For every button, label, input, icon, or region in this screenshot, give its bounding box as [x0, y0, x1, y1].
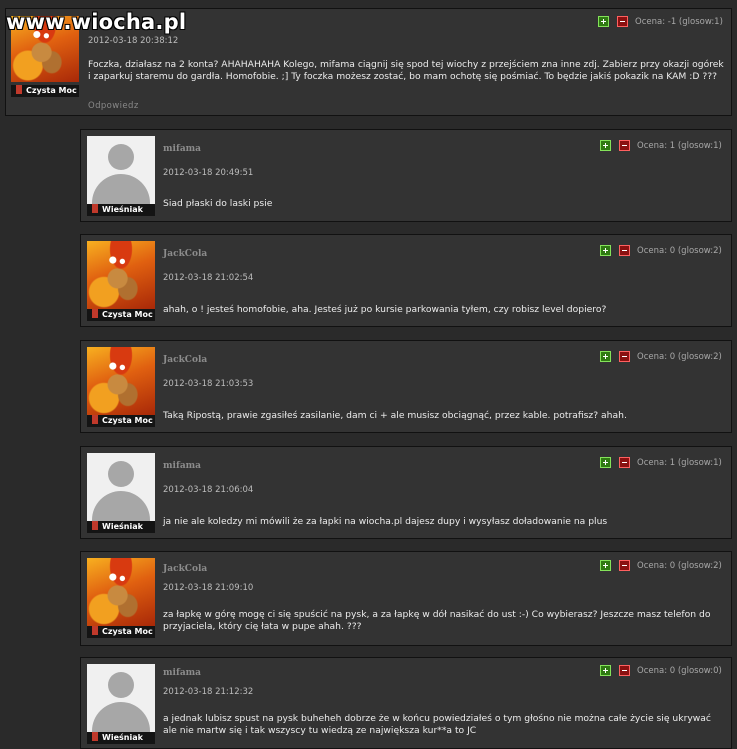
comment-item: Czysta Moc JackCola 2012-03-18 21:02:54 … [80, 234, 732, 327]
comment-date: 2012-03-18 20:38:12 [88, 36, 179, 46]
rank-icon [16, 85, 22, 94]
avatar[interactable] [87, 664, 155, 732]
comment-date: 2012-03-18 21:02:54 [163, 273, 254, 283]
comment-date: 2012-03-18 21:06:04 [163, 485, 254, 495]
rank-badge: Wieśniak [87, 204, 155, 216]
rank-icon [92, 204, 98, 213]
score-label: Ocena: -1 (glosow:1) [635, 17, 723, 27]
rank-badge: Wieśniak [87, 521, 155, 533]
vote-up-button[interactable] [600, 560, 611, 571]
site-watermark: www.wiocha.pl [6, 10, 187, 34]
comment-date: 2012-03-18 21:09:10 [163, 583, 254, 593]
comment-text: a jednak lubisz spust na pysk buheheh do… [163, 713, 711, 736]
comment-date: 2012-03-18 21:12:32 [163, 687, 254, 697]
comment-text: za łapkę w górę mogę ci się spuścić na p… [163, 609, 711, 632]
username-link[interactable]: mifama [163, 461, 201, 471]
avatar[interactable] [87, 241, 155, 309]
comment-item: Wieśniak mifama 2012-03-18 21:12:32 Ocen… [80, 657, 732, 749]
rank-badge: Czysta Moc [11, 85, 79, 97]
avatar[interactable] [87, 558, 155, 626]
rank-badge: Czysta Moc [87, 626, 155, 638]
comment-text: Foczka, działasz na 2 konta? AHAHAHAHA K… [88, 59, 724, 82]
vote-down-button[interactable] [619, 245, 630, 256]
score-label: Ocena: 0 (glosow:0) [637, 666, 722, 676]
comment-item: Wieśniak mifama 2012-03-18 20:49:51 Ocen… [80, 129, 732, 222]
vote-down-button[interactable] [619, 457, 630, 468]
rank-icon [92, 309, 98, 318]
comment-item: Czysta Moc JackCola 2012-03-18 21:09:10 … [80, 551, 732, 646]
comment-text: Taką Ripostą, prawie zgasiłeś zasilanie,… [163, 410, 627, 421]
vote-up-button[interactable] [600, 351, 611, 362]
comment-text: Siad płaski do laski psie [163, 198, 273, 209]
score-label: Ocena: 0 (glosow:2) [637, 352, 722, 362]
vote-down-button[interactable] [619, 560, 630, 571]
rank-icon [92, 415, 98, 424]
comment-date: 2012-03-18 21:03:53 [163, 379, 254, 389]
score-label: Ocena: 0 (glosow:2) [637, 561, 722, 571]
rank-badge: Czysta Moc [87, 415, 155, 427]
rank-label: Czysta Moc [102, 310, 153, 319]
score-label: Ocena: 1 (glosow:1) [637, 458, 722, 468]
reply-link[interactable]: Odpowiedz [88, 101, 139, 111]
vote-up-button[interactable] [600, 245, 611, 256]
rank-label: Wieśniak [102, 205, 143, 214]
vote-down-button[interactable] [619, 665, 630, 676]
comment-text: ahah, o ! jesteś homofobie, aha. Jesteś … [163, 304, 607, 315]
rank-label: Czysta Moc [102, 627, 153, 636]
comment-item: Wieśniak mifama 2012-03-18 21:06:04 Ocen… [80, 446, 732, 539]
rank-badge: Czysta Moc [87, 309, 155, 321]
username-link[interactable]: JackCola [163, 249, 207, 259]
score-label: Ocena: 0 (glosow:2) [637, 246, 722, 256]
comment-item: Czysta Moc JackCola 2012-03-18 21:03:53 … [80, 340, 732, 433]
rank-label: Wieśniak [102, 733, 143, 742]
rank-label: Czysta Moc [102, 416, 153, 425]
username-link[interactable]: mifama [163, 668, 201, 678]
comment-text: ja nie ale koledzy mi mówili że za łapki… [163, 516, 608, 527]
vote-up-button[interactable] [600, 457, 611, 468]
rank-icon [92, 626, 98, 635]
comment-date: 2012-03-18 20:49:51 [163, 168, 254, 178]
username-link[interactable]: JackCola [163, 355, 207, 365]
vote-down-button[interactable] [619, 351, 630, 362]
rank-label: Wieśniak [102, 522, 143, 531]
rank-icon [92, 732, 98, 741]
avatar[interactable] [87, 453, 155, 521]
avatar[interactable] [87, 136, 155, 204]
rank-icon [92, 521, 98, 530]
vote-up-button[interactable] [600, 140, 611, 151]
vote-down-button[interactable] [619, 140, 630, 151]
rank-badge: Wieśniak [87, 732, 155, 744]
vote-up-button[interactable] [598, 16, 609, 27]
username-link[interactable]: JackCola [163, 564, 207, 574]
vote-up-button[interactable] [600, 665, 611, 676]
vote-down-button[interactable] [617, 16, 628, 27]
rank-label: Czysta Moc [26, 86, 77, 95]
avatar[interactable] [87, 347, 155, 415]
username-link[interactable]: mifama [163, 144, 201, 154]
score-label: Ocena: 1 (glosow:1) [637, 141, 722, 151]
